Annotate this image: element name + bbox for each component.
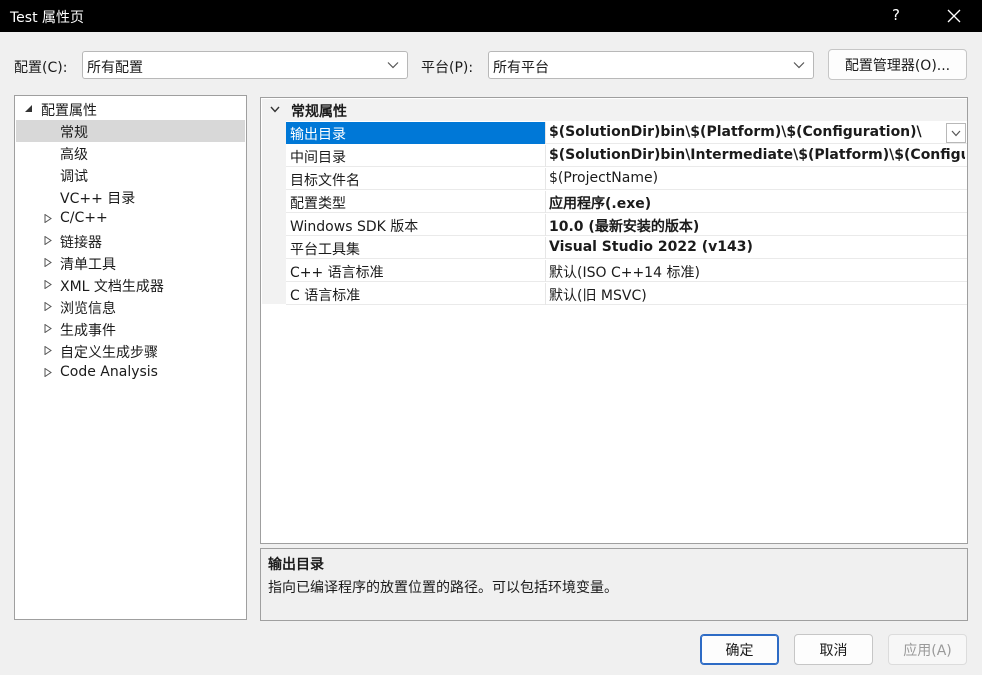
platform-label: 平台(P): [421, 60, 474, 76]
tree-item-label: VC++ 目录 [60, 191, 136, 207]
column-divider [545, 122, 546, 144]
tree-item[interactable]: 自定义生成步骤 [16, 340, 245, 362]
chevron-down-icon [951, 130, 961, 137]
tree-root-label: 配置属性 [41, 103, 97, 119]
property-value[interactable]: 10.0 (最新安装的版本) [549, 216, 965, 236]
property-name: C 语言标准 [290, 288, 361, 304]
tree-item[interactable]: 调试 [16, 164, 245, 186]
grid-gutter [262, 120, 286, 304]
config-manager-button[interactable]: 配置管理器(O)... [828, 49, 967, 80]
tree-root-config-properties[interactable]: 配置属性 [16, 98, 245, 120]
chevron-down-icon [387, 62, 399, 69]
description-title: 输出目录 [268, 557, 324, 573]
tree-item[interactable]: VC++ 目录 [16, 186, 245, 208]
property-name: 平台工具集 [290, 242, 360, 258]
tree-item-label: Code Analysis [60, 364, 158, 380]
config-dropdown[interactable]: 所有配置 [82, 51, 408, 79]
property-row[interactable]: 配置类型 应用程序(.exe) [286, 191, 967, 213]
tree-item[interactable]: XML 文档生成器 [16, 274, 245, 296]
property-value[interactable]: $(ProjectName) [549, 170, 965, 186]
property-value[interactable]: 应用程序(.exe) [549, 193, 965, 213]
column-divider [545, 237, 546, 259]
expanded-arrow-icon [25, 105, 32, 112]
category-general-properties[interactable]: 常规属性 [262, 99, 967, 121]
property-row[interactable]: 目标文件名 $(ProjectName) [286, 168, 967, 190]
column-divider [545, 214, 546, 236]
property-name: 目标文件名 [290, 173, 360, 189]
tree-item-label: 调试 [60, 169, 88, 185]
collapsed-arrow-icon[interactable] [44, 280, 52, 289]
property-row[interactable]: Windows SDK 版本 10.0 (最新安装的版本) [286, 214, 967, 236]
collapsed-arrow-icon[interactable] [44, 236, 52, 245]
collapsed-arrow-icon[interactable] [44, 324, 52, 333]
property-name: Windows SDK 版本 [290, 219, 419, 235]
tree-item[interactable]: Code Analysis [16, 362, 245, 384]
ok-button[interactable]: 确定 [700, 634, 779, 665]
property-name: 中间目录 [290, 150, 346, 166]
tree-item-label: 常规 [60, 125, 88, 141]
property-row[interactable]: 中间目录 $(SolutionDir)bin\Intermediate\$(Pla… [286, 145, 967, 167]
title-bar: Test 属性页 ? [0, 0, 982, 32]
collapsed-arrow-icon[interactable] [44, 214, 52, 223]
close-icon [947, 9, 961, 23]
column-divider [545, 260, 546, 282]
chevron-down-icon [270, 106, 280, 113]
collapsed-arrow-icon[interactable] [44, 302, 52, 311]
help-button[interactable]: ? [886, 6, 906, 24]
tree-item[interactable]: C/C++ [16, 208, 245, 230]
tree-item-label: 清单工具 [60, 257, 116, 273]
property-value[interactable]: $(SolutionDir)bin\$(Platform)\$(Configur… [549, 124, 965, 140]
property-name: 输出目录 [290, 127, 346, 143]
tree-item[interactable]: 清单工具 [16, 252, 245, 274]
tree-item[interactable]: 常规 [16, 120, 245, 142]
property-value[interactable]: $(SolutionDir)bin\Intermediate\$(Platfor… [549, 147, 965, 163]
property-row[interactable]: 输出目录 $(SolutionDir)bin\$(Platform)\$(Conf… [286, 122, 967, 144]
column-divider [545, 283, 546, 305]
tree-item[interactable]: 生成事件 [16, 318, 245, 340]
column-divider [545, 145, 546, 167]
config-dropdown-value: 所有配置 [87, 60, 143, 76]
config-label: 配置(C): [14, 60, 68, 76]
description-panel: 输出目录 指向已编译程序的放置位置的路径。可以包括环境变量。 [260, 548, 968, 621]
window-title: Test 属性页 [10, 10, 85, 26]
apply-button[interactable]: 应用(A) [888, 634, 967, 665]
property-grid[interactable]: 常规属性 输出目录 $(SolutionDir)bin\$(Platform)\$… [260, 97, 968, 544]
column-divider [545, 168, 546, 190]
column-divider [545, 191, 546, 213]
category-label: 常规属性 [291, 104, 347, 120]
chevron-down-icon [793, 62, 805, 69]
tree-item-label: 高级 [60, 147, 88, 163]
close-button[interactable] [936, 0, 972, 32]
value-dropdown-button[interactable] [946, 123, 966, 143]
property-name: C++ 语言标准 [290, 265, 384, 281]
property-value[interactable]: 默认(ISO C++14 标准) [549, 262, 965, 282]
platform-dropdown-value: 所有平台 [493, 60, 549, 76]
property-row[interactable]: C 语言标准 默认(旧 MSVC) [286, 283, 967, 305]
property-value[interactable]: 默认(旧 MSVC) [549, 285, 965, 305]
tree-item[interactable]: 链接器 [16, 230, 245, 252]
description-text: 指向已编译程序的放置位置的路径。可以包括环境变量。 [268, 580, 618, 596]
property-name: 配置类型 [290, 196, 346, 212]
tree-item-label: XML 文档生成器 [60, 279, 164, 295]
property-row[interactable]: C++ 语言标准 默认(ISO C++14 标准) [286, 260, 967, 282]
tree-item[interactable]: 高级 [16, 142, 245, 164]
tree-item-label: 生成事件 [60, 323, 116, 339]
property-row[interactable]: 平台工具集 Visual Studio 2022 (v143) [286, 237, 967, 259]
collapsed-arrow-icon[interactable] [44, 346, 52, 355]
category-tree[interactable]: 配置属性 常规高级调试 VC++ 目录 C/C++ 链接器清单工具 XML 文档生成器浏… [14, 95, 247, 620]
platform-dropdown[interactable]: 所有平台 [488, 51, 814, 79]
cancel-button[interactable]: 取消 [794, 634, 873, 665]
tree-item-label: 链接器 [60, 235, 102, 251]
tree-item-label: C/C++ [60, 210, 108, 226]
collapsed-arrow-icon[interactable] [44, 368, 52, 377]
property-value[interactable]: Visual Studio 2022 (v143) [549, 239, 965, 255]
tree-item-label: 浏览信息 [60, 301, 116, 317]
tree-item-label: 自定义生成步骤 [60, 345, 158, 361]
collapsed-arrow-icon[interactable] [44, 258, 52, 267]
tree-item[interactable]: 浏览信息 [16, 296, 245, 318]
